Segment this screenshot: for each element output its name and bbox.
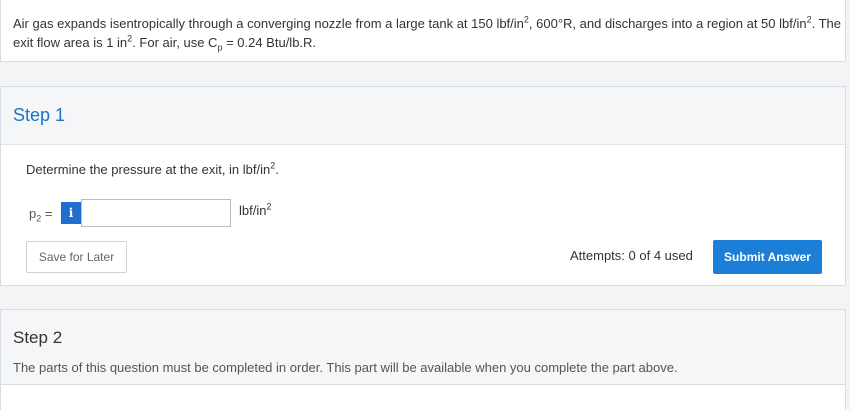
step-1-prompt: Determine the pressure at the exit, in l… xyxy=(26,161,279,177)
unit-text: lbf/in xyxy=(239,203,267,218)
step-1-title: Step 1 xyxy=(13,105,66,125)
unit-label: lbf/in2 xyxy=(239,201,272,218)
step-2-title: Step 2 xyxy=(13,328,63,347)
question-panel: Air gas expands isentropically through a… xyxy=(0,0,846,62)
question-text-part: . For air, use C xyxy=(132,35,218,50)
step-2-locked-note: The parts of this question must be compl… xyxy=(13,360,678,375)
question-text-part: , 600°R, and discharges into a region at… xyxy=(528,16,807,31)
step-2-body xyxy=(0,385,846,410)
question-text: Air gas expands isentropically through a… xyxy=(13,14,841,52)
attempts-counter: Attempts: 0 of 4 used xyxy=(570,248,693,263)
submit-answer-button[interactable]: Submit Answer xyxy=(713,240,822,274)
answer-input[interactable] xyxy=(81,199,231,227)
info-icon[interactable]: i xyxy=(61,202,81,224)
variable-label: p2 = xyxy=(29,206,53,223)
step-1-header: Step 1 xyxy=(1,87,845,145)
save-for-later-button[interactable]: Save for Later xyxy=(26,241,127,273)
question-text-part: = 0.24 Btu/lb.R. xyxy=(222,35,317,50)
page: Air gas expands isentropically through a… xyxy=(0,0,850,410)
prompt-text: Determine the pressure at the exit, in l… xyxy=(26,162,271,177)
equals-sign: = xyxy=(41,206,53,221)
step-1-card: Step 1 Determine the pressure at the exi… xyxy=(0,86,846,286)
step-2-card: Step 2 The parts of this question must b… xyxy=(0,309,846,385)
superscript: 2 xyxy=(266,201,272,212)
prompt-end: . xyxy=(275,162,279,177)
question-text-part: Air gas expands isentropically through a… xyxy=(13,16,524,31)
